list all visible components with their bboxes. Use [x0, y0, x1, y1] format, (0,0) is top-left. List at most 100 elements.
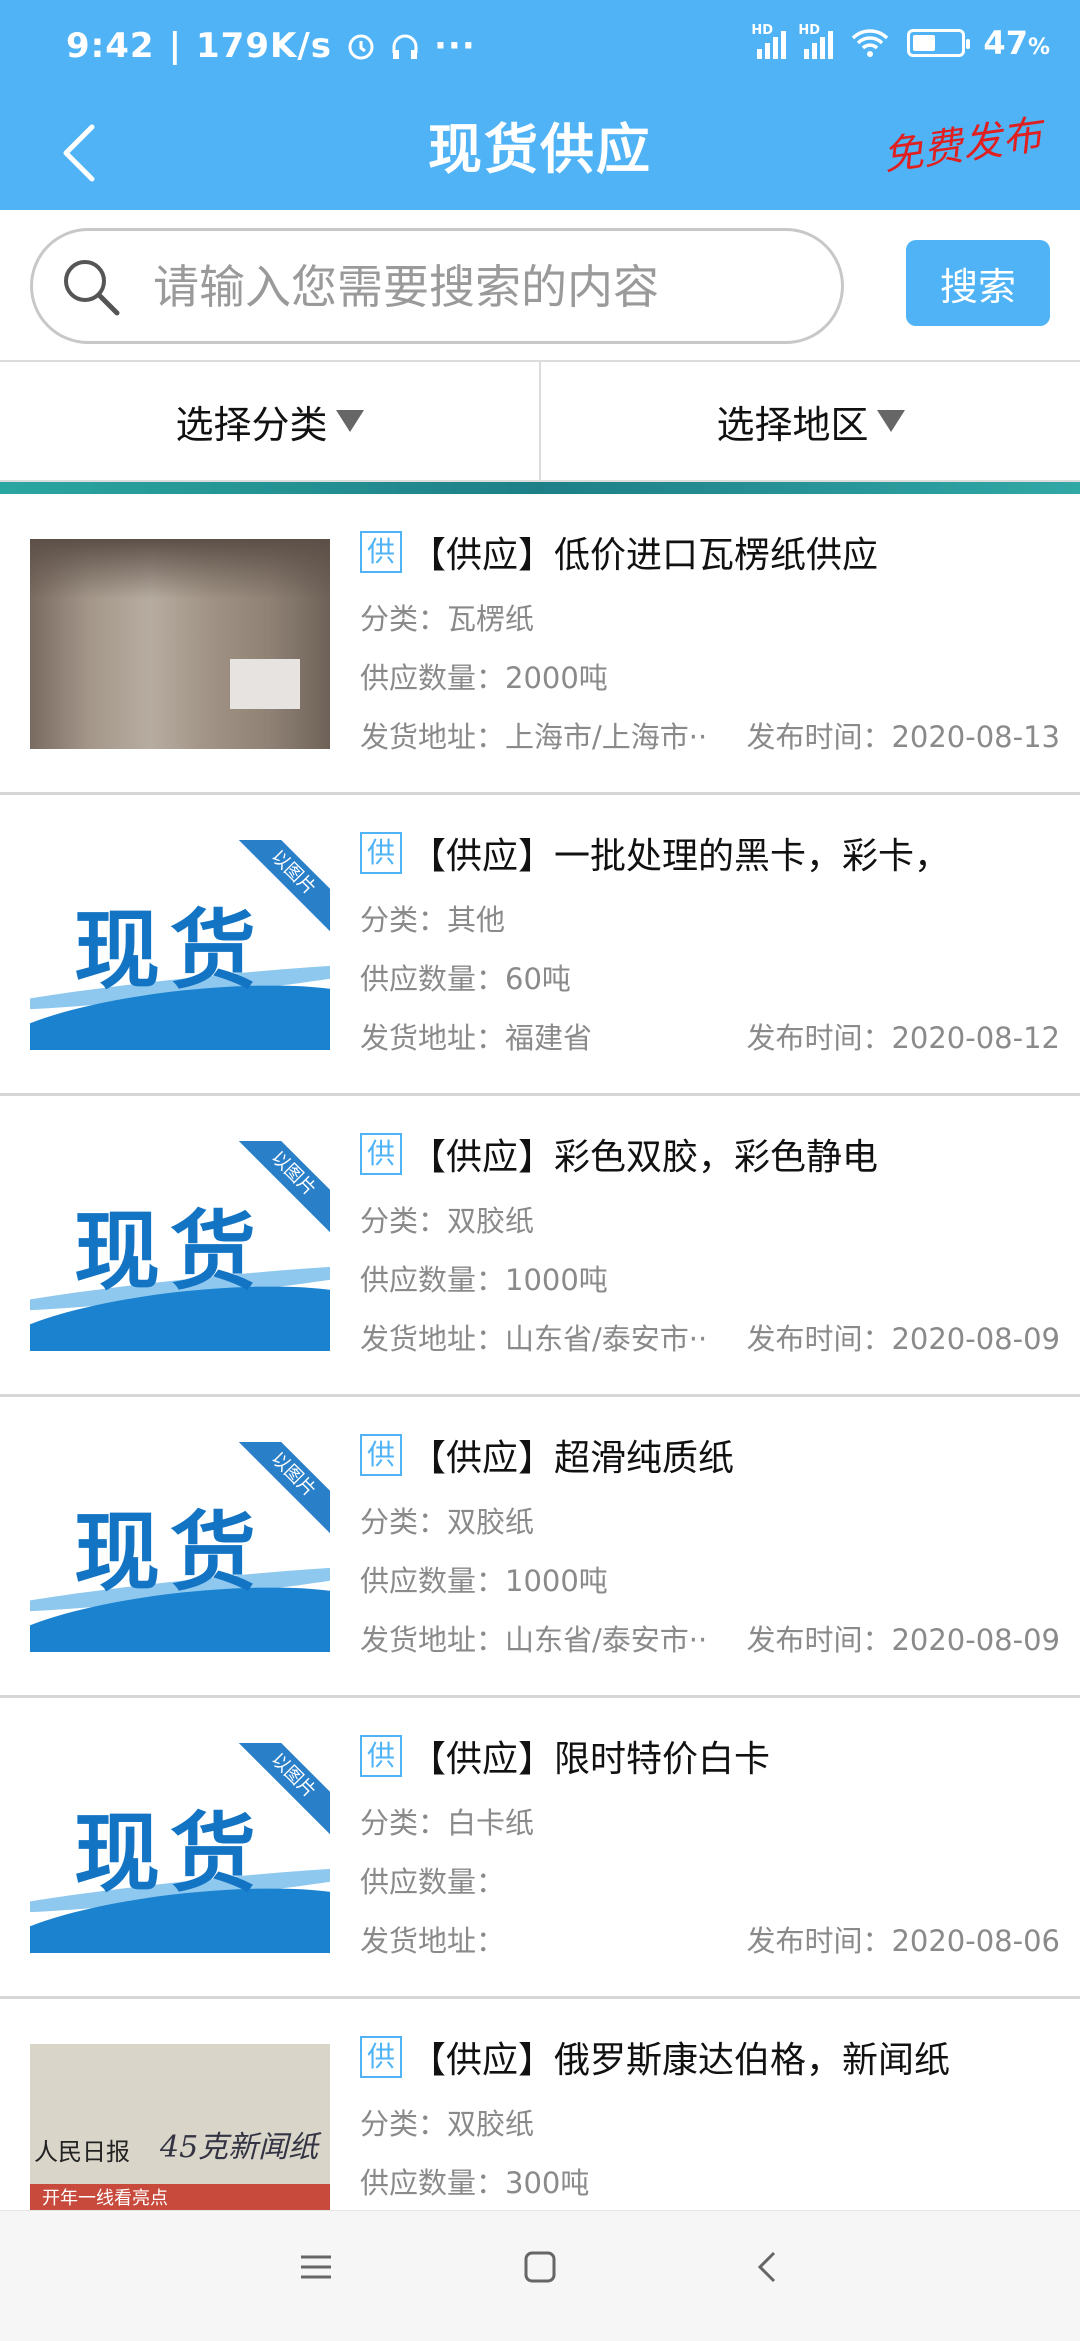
search-box[interactable] — [30, 228, 844, 344]
region-filter[interactable]: 选择地区 — [539, 362, 1080, 480]
stock-placeholder-image: 现货 以图片 — [30, 840, 330, 1050]
listing-title: 【供应】彩色双胶，彩色静电 — [410, 1137, 879, 1178]
search-row: 搜索 — [0, 210, 1080, 362]
back-chevron-icon[interactable] — [750, 2249, 786, 2285]
news-bar-text: 开年一线看亮点 — [30, 2184, 330, 2210]
battery-fill — [913, 35, 936, 51]
listing-category: 分类：双胶纸 — [360, 2107, 535, 2141]
listing-info: 供【供应】彩色双胶，彩色静电分类：双胶纸供应数量：1000吨发货地址：山东省/泰… — [360, 1129, 1060, 1356]
listing-address: 发货地址：福建省 — [360, 1021, 593, 1055]
listing-address: 发货地址：山东省/泰安市·· — [360, 1322, 708, 1356]
status-net-speed: 179K/s — [196, 26, 332, 66]
search-input[interactable] — [151, 251, 815, 323]
listing-title-row: 供【供应】低价进口瓦楞纸供应 — [360, 527, 1060, 577]
listing-title-row: 供【供应】超滑纯质纸 — [360, 1430, 1060, 1480]
category-filter[interactable]: 选择分类 — [0, 362, 539, 480]
search-button[interactable]: 搜索 — [906, 240, 1050, 326]
listing-item[interactable]: 现货 以图片供【供应】限时特价白卡 分类：白卡纸 供应数量： 发货地址： 发布时间：202… — [0, 1698, 1080, 1999]
headphones-icon — [392, 34, 418, 59]
listing-category: 分类：其他 — [360, 903, 506, 937]
paper-roll-photo — [30, 539, 330, 749]
listing-title-row: 供【供应】彩色双胶，彩色静电 — [360, 1129, 1060, 1179]
listing-category: 分类：白卡纸 — [360, 1806, 535, 1840]
listing-title: 【供应】俄罗斯康达伯格，新闻纸 — [410, 2040, 951, 2081]
listing-item[interactable]: 供【供应】低价进口瓦楞纸供应分类：瓦楞纸供应数量：2000吨发货地址：上海市/上… — [0, 494, 1080, 795]
search-icon — [64, 260, 120, 316]
listing-title: 【供应】限时特价白卡 — [410, 1739, 771, 1780]
status-bar: 9:42 | 179K/s ··· HD HD 47% — [0, 0, 1080, 95]
listing-title: 【供应】低价进口瓦楞纸供应 — [410, 535, 879, 576]
listing-title-row: 供【供应】俄罗斯康达伯格，新闻纸 — [360, 2032, 1060, 2082]
listing-title: 【供应】超滑纯质纸 — [410, 1438, 735, 1479]
supply-tag: 供 — [360, 531, 402, 573]
listing-quantity: 供应数量：1000吨 — [360, 1263, 608, 1297]
listing-item[interactable]: 人民日报 45克新闻纸 开年一线看亮点供【供应】俄罗斯康达伯格，新闻纸 分类：双胶纸供… — [0, 1999, 1080, 2210]
battery-icon — [907, 29, 971, 57]
supply-tag: 供 — [360, 1133, 402, 1175]
alarm-icon — [348, 34, 374, 60]
listing-address: 发货地址：山东省/泰安市·· — [360, 1623, 708, 1657]
listing-address-row: 发货地址：山东省/泰安市·· 发布时间：2020-08-09 — [360, 1617, 1060, 1657]
category-filter-label: 选择分类 — [175, 402, 328, 447]
listing-item[interactable]: 现货 以图片供【供应】超滑纯质纸分类：双胶纸供应数量：1000吨发货地址：山东省/… — [0, 1397, 1080, 1698]
listing-date: 发布时间：2020-08-09 — [746, 1623, 1060, 1657]
filter-bar: 选择分类 选择地区 — [0, 362, 1080, 482]
listing-quantity: 供应数量：300吨 — [360, 2166, 590, 2200]
listing-category: 分类：双胶纸 — [360, 1204, 535, 1238]
listing-category: 分类：瓦楞纸 — [360, 602, 535, 636]
stock-placeholder-image: 现货 以图片 — [30, 1743, 330, 1953]
listing-quantity: 供应数量：1000吨 — [360, 1564, 608, 1598]
listing-address: 发货地址：上海市/上海市·· — [360, 720, 708, 754]
listing-address-row: 发货地址：福建省 发布时间：2020-08-12 — [360, 1015, 1060, 1055]
sim1-hd-label: HD — [751, 23, 774, 38]
dropdown-triangle-icon — [335, 410, 364, 432]
stock-word: 现货 — [74, 1503, 266, 1603]
listing-title-row: 供【供应】一批处理的黑卡，彩卡， — [360, 828, 1060, 878]
listing-quantity: 供应数量：2000吨 — [360, 661, 608, 695]
signal-sim2-icon: HD — [798, 23, 834, 59]
newspaper-photo: 人民日报 45克新闻纸开年一线看亮点 — [30, 2044, 330, 2210]
listing-category: 分类：双胶纸 — [360, 1505, 535, 1539]
page-header: 现货供应 免费发布 — [0, 95, 1080, 210]
stock-word: 现货 — [74, 901, 266, 1001]
listing-quantity: 供应数量：60吨 — [360, 962, 571, 996]
home-square-icon[interactable] — [522, 2249, 558, 2285]
listing-item[interactable]: 现货 以图片供【供应】一批处理的黑卡，彩卡， 分类：其他 供应数量：60吨 发货地址：福… — [0, 795, 1080, 1096]
signal-sim1-icon: HD — [751, 23, 787, 59]
listing-address-row: 发货地址：上海市/上海市·· 发布时间：2020-08-13 — [360, 714, 1060, 754]
stock-word: 现货 — [74, 1202, 266, 1302]
listing-title-row: 供【供应】限时特价白卡 — [360, 1731, 1060, 1781]
battery-unit: % — [1027, 35, 1050, 60]
listing-item[interactable]: 现货 以图片供【供应】彩色双胶，彩色静电分类：双胶纸供应数量：1000吨发货地址：… — [0, 1096, 1080, 1397]
listing-date: 发布时间：2020-08-12 — [746, 1021, 1060, 1055]
news-head-text: 人民日报 — [34, 2138, 130, 2166]
status-divider: | — [168, 26, 182, 66]
region-filter-label: 选择地区 — [716, 402, 869, 447]
menu-icon[interactable] — [298, 2249, 334, 2285]
listing-address-row: 发货地址：山东省/泰安市·· 发布时间：2020-08-09 — [360, 1316, 1060, 1356]
listing-address: 发货地址： — [360, 1924, 506, 1958]
supply-tag: 供 — [360, 1735, 402, 1777]
banner-strip — [0, 482, 1080, 494]
wifi-icon — [852, 29, 889, 57]
listing-date: 发布时间：2020-08-09 — [746, 1322, 1060, 1356]
supply-tag: 供 — [360, 832, 402, 874]
listing-address-row: 发货地址： 发布时间：2020-08-06 — [360, 1918, 1060, 1958]
top-app-bar: 9:42 | 179K/s ··· HD HD 47% 现货供应 免费发布 — [0, 0, 1080, 210]
stock-placeholder-image: 现货 以图片 — [30, 1442, 330, 1652]
system-navigation-bar — [0, 2210, 1080, 2341]
news-handwriting-text: 45克新闻纸 — [160, 2130, 319, 2165]
listing-info: 供【供应】低价进口瓦楞纸供应分类：瓦楞纸供应数量：2000吨发货地址：上海市/上… — [360, 527, 1060, 754]
listing-info: 供【供应】俄罗斯康达伯格，新闻纸分类：双胶纸供应数量：300吨 — [360, 2032, 1060, 2200]
stock-placeholder-image: 现货 以图片 — [30, 1141, 330, 1351]
dropdown-triangle-icon — [876, 410, 905, 432]
listing-title: 【供应】一批处理的黑卡，彩卡， — [410, 836, 951, 877]
sim2-hd-label: HD — [798, 23, 821, 38]
listing-info: 供【供应】一批处理的黑卡，彩卡， 分类：其他供应数量：60吨 发货地址：福建省 发布时… — [360, 828, 1060, 1055]
battery-percent: 47 — [983, 24, 1028, 62]
listing-date: 发布时间：2020-08-06 — [746, 1924, 1060, 1958]
supply-tag: 供 — [360, 1434, 402, 1476]
more-notifications-icon: ··· — [433, 26, 476, 66]
stock-word: 现货 — [74, 1804, 266, 1904]
supply-tag: 供 — [360, 2036, 402, 2078]
